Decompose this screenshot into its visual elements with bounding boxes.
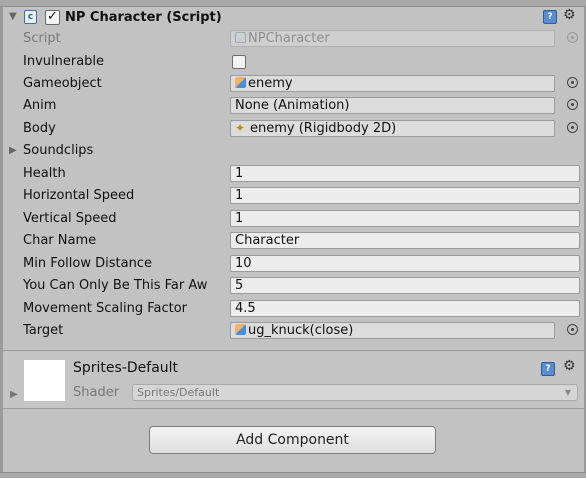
property-row-health: Health 1 xyxy=(0,164,586,184)
property-row-vertical-speed: Vertical Speed 1 xyxy=(0,209,586,229)
property-label: Char Name xyxy=(23,233,97,248)
property-row-target: Target ug_knuck(close) xyxy=(0,321,586,341)
property-row-invulnerable: Invulnerable xyxy=(0,52,586,72)
object-picker-icon[interactable] xyxy=(567,324,578,335)
property-row-script: Script NPCharacter xyxy=(0,29,586,49)
gear-icon[interactable]: ⚙ xyxy=(563,358,576,374)
gameobject-field-value: enemy xyxy=(248,76,293,91)
help-icon[interactable]: ? xyxy=(543,10,557,24)
body-field[interactable]: ✦ enemy (Rigidbody 2D) xyxy=(230,120,555,137)
gameobject-icon xyxy=(235,77,246,88)
property-label: Min Follow Distance xyxy=(23,256,152,271)
property-row-soundclips[interactable]: ▶ Soundclips xyxy=(0,141,586,161)
bottom-divider xyxy=(0,472,586,478)
foldout-arrow-icon[interactable]: ▶ xyxy=(9,145,17,156)
material-name: Sprites-Default xyxy=(73,360,179,376)
target-field[interactable]: ug_knuck(close) xyxy=(230,322,555,339)
shader-dropdown-value: Sprites/Default xyxy=(137,386,220,399)
shader-dropdown[interactable]: Sprites/Default ▼ xyxy=(132,384,578,401)
property-row-far-away: You Can Only Be This Far Aw 5 xyxy=(0,276,586,296)
add-component-button[interactable]: Add Component xyxy=(149,426,436,454)
gameobject-icon xyxy=(235,324,246,335)
script-field: NPCharacter xyxy=(230,30,555,47)
body-field-value: enemy (Rigidbody 2D) xyxy=(250,121,397,136)
anim-field[interactable]: None (Animation) xyxy=(230,97,555,114)
material-section: ▶ Sprites-Default Shader Sprites/Default… xyxy=(3,352,584,408)
component-header[interactable]: ▼ c ✓ NP Character (Script) ? ⚙ xyxy=(0,7,586,29)
char-name-field[interactable]: Character xyxy=(230,232,580,249)
property-label: Script xyxy=(23,31,61,46)
property-label: Horizontal Speed xyxy=(23,188,135,203)
health-field[interactable]: 1 xyxy=(230,165,580,182)
dropdown-arrow-icon: ▼ xyxy=(564,388,571,397)
vertical-speed-field[interactable]: 1 xyxy=(230,210,580,227)
section-divider xyxy=(3,350,584,351)
component-enabled-checkbox[interactable]: ✓ xyxy=(45,10,60,25)
script-field-value: NPCharacter xyxy=(248,31,330,46)
min-follow-distance-field[interactable]: 10 xyxy=(230,255,580,272)
movement-scaling-field[interactable]: 4.5 xyxy=(230,300,580,317)
add-component-area: Add Component xyxy=(3,410,584,472)
property-label: Body xyxy=(23,121,56,136)
gear-icon[interactable]: ⚙ xyxy=(563,7,576,23)
property-label: Invulnerable xyxy=(23,54,105,69)
top-divider xyxy=(0,0,586,7)
script-asset-icon xyxy=(235,32,246,43)
gameobject-field[interactable]: enemy xyxy=(230,75,555,92)
foldout-arrow-icon[interactable]: ▶ xyxy=(10,389,18,400)
property-label: Gameobject xyxy=(23,76,102,91)
foldout-arrow-icon[interactable]: ▼ xyxy=(9,11,17,22)
property-row-horizontal-speed: Horizontal Speed 1 xyxy=(0,186,586,206)
rigidbody-icon: ✦ xyxy=(235,121,246,135)
script-icon: c xyxy=(24,10,37,24)
shader-label: Shader xyxy=(73,385,120,400)
property-label: Health xyxy=(23,166,66,181)
property-label: Anim xyxy=(23,98,57,113)
property-label: Vertical Speed xyxy=(23,211,117,226)
property-row-gameobject: Gameobject enemy xyxy=(0,74,586,94)
help-icon[interactable]: ? xyxy=(541,362,555,376)
section-divider xyxy=(3,408,584,409)
property-row-anim: Anim None (Animation) xyxy=(0,96,586,116)
object-picker-icon xyxy=(567,32,578,43)
component-title: NP Character (Script) xyxy=(65,10,222,25)
property-row-min-follow-distance: Min Follow Distance 10 xyxy=(0,254,586,274)
property-label: Movement Scaling Factor xyxy=(23,301,187,316)
property-label: You Can Only Be This Far Aw xyxy=(23,278,208,293)
property-row-char-name: Char Name Character xyxy=(0,231,586,251)
object-picker-icon[interactable] xyxy=(567,99,578,110)
material-preview-thumbnail[interactable] xyxy=(24,360,65,401)
far-away-field[interactable]: 5 xyxy=(230,277,580,294)
property-label: Target xyxy=(23,323,64,338)
property-row-movement-scaling: Movement Scaling Factor 4.5 xyxy=(0,299,586,319)
property-label: Soundclips xyxy=(23,143,94,158)
property-row-body: Body ✦ enemy (Rigidbody 2D) xyxy=(0,119,586,139)
invulnerable-checkbox[interactable] xyxy=(232,55,246,69)
target-field-value: ug_knuck(close) xyxy=(248,323,354,338)
horizontal-speed-field[interactable]: 1 xyxy=(230,187,580,204)
object-picker-icon[interactable] xyxy=(567,77,578,88)
object-picker-icon[interactable] xyxy=(567,122,578,133)
